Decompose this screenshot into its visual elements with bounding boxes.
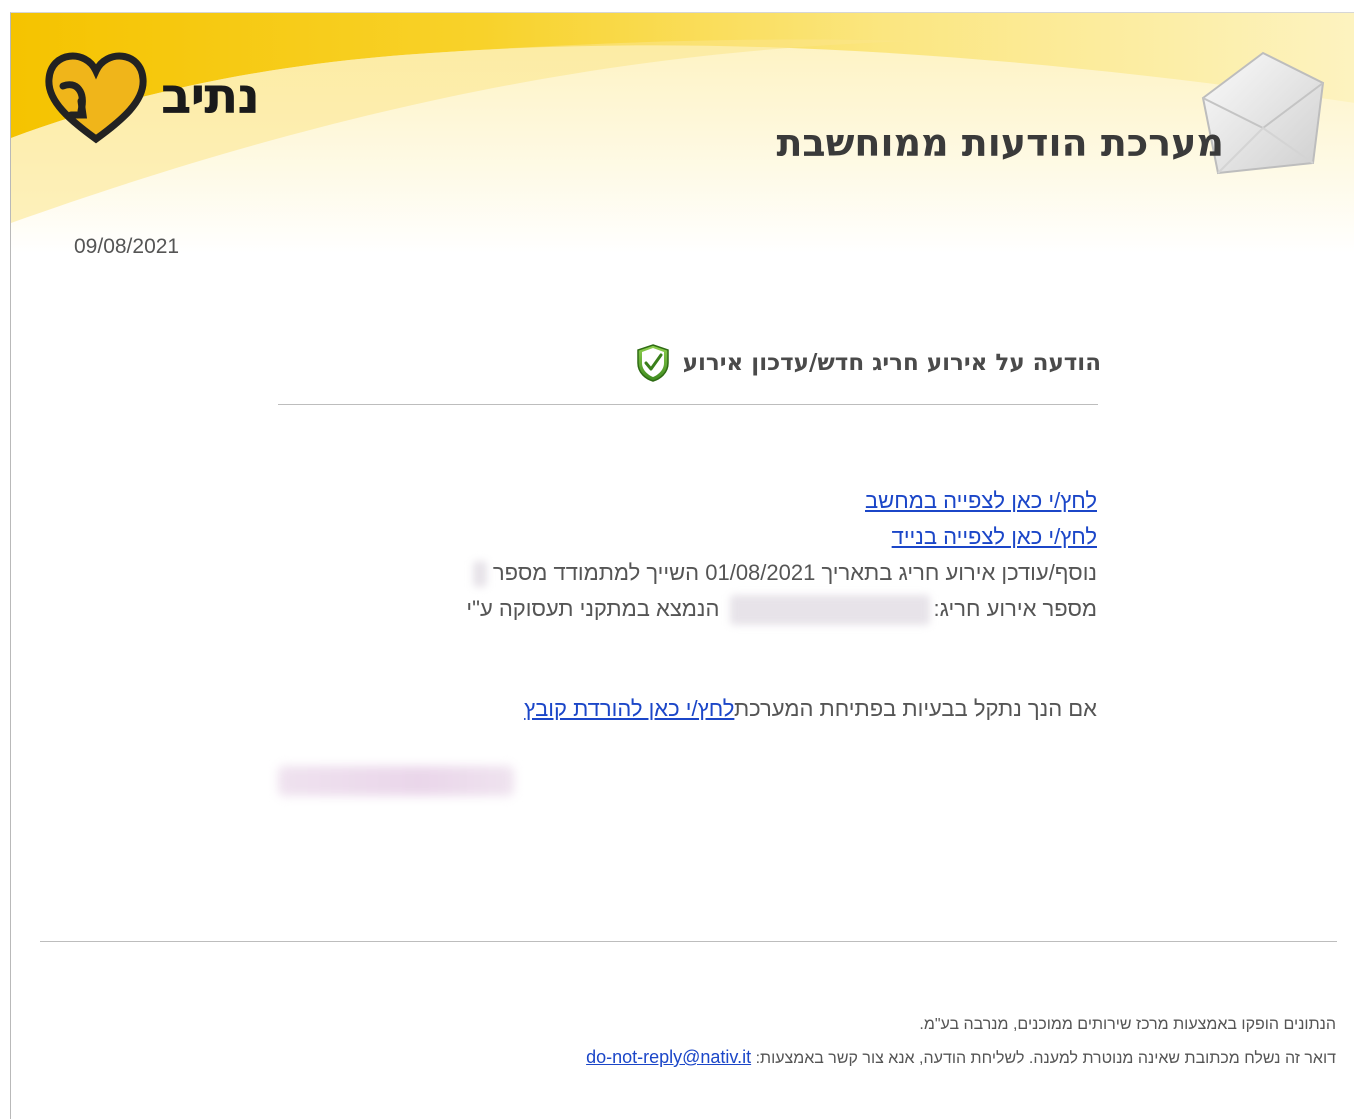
email-frame: נתיב מערכת הודעות ממוחשבת 09/08/2021 הוד…: [10, 12, 1354, 1119]
view-computer-link[interactable]: לחץ/י כאן לצפייה במחשב: [865, 488, 1097, 513]
view-mobile-link[interactable]: לחץ/י כאן לצפייה בנייד: [892, 524, 1097, 549]
heart-arrow-icon: [45, 52, 147, 144]
reply-email-link[interactable]: do-not-reply@nativ.it: [586, 1047, 751, 1067]
notice-title: הודעה על אירוע חריג חדש/עדכון אירוע: [682, 350, 1101, 376]
download-file-link[interactable]: לחץ/י כאן להורדת קובץ: [524, 696, 734, 721]
divider: [278, 404, 1098, 405]
redacted-signature: [278, 766, 514, 796]
shield-check-icon: [636, 344, 669, 382]
event-number-line: מספר אירוע חריג: הנמצא במתקני תעסוקה ע"י: [277, 591, 1097, 627]
notice-heading: הודעה על אירוע חריג חדש/עדכון אירוע: [635, 343, 1101, 383]
event-date: 01/08/2021: [705, 560, 816, 585]
message-content: לחץ/י כאן לצפייה במחשב לחץ/י כאן לצפייה …: [277, 483, 1097, 627]
footer-divider: [40, 941, 1337, 942]
message-date: 09/08/2021: [74, 235, 180, 258]
footer: הנתונים הופקו באמצעות מרכז שירותים ממוכנ…: [586, 1009, 1336, 1075]
redacted-event-number: [729, 595, 930, 626]
logo-text: נתיב: [161, 67, 260, 125]
nativ-logo: נתיב: [41, 41, 291, 151]
footer-line-1: הנתונים הופקו באמצעות מרכז שירותים ממוכנ…: [919, 1016, 1336, 1033]
footer-line-2: דואר זה נשלח מכתובת שאינה מנוטרת למענה. …: [586, 1047, 1336, 1067]
redacted-participant-number: [472, 561, 487, 588]
system-title: מערכת הודעות ממוחשבת: [776, 121, 1224, 165]
problem-line: אם הנך נתקל בבעיות בפתיחת המערכתלחץ/י כא…: [524, 696, 1097, 721]
event-line: נוסף/עודכן אירוע חריג בתאריך 01/08/2021 …: [277, 555, 1097, 591]
